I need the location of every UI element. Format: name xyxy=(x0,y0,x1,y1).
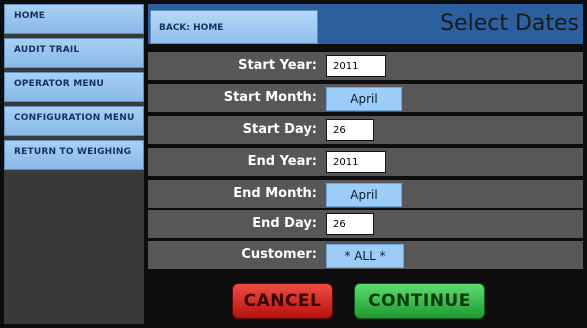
start-day-label: Start Day: xyxy=(242,122,317,137)
sidebar-item-operator-menu[interactable]: OPERATOR MENU xyxy=(4,72,144,102)
customer-select[interactable]: * ALL * xyxy=(326,244,404,268)
customer-row: Customer: * ALL * xyxy=(148,241,583,269)
continue-button[interactable]: CONTINUE xyxy=(354,283,485,319)
end-year-field[interactable]: 2011 xyxy=(326,151,386,173)
start-day-field[interactable]: 26 xyxy=(326,119,374,141)
page-title: Select Dates xyxy=(440,11,579,36)
sidebar: HOME AUDIT TRAIL OPERATOR MENU CONFIGURA… xyxy=(4,4,144,324)
end-year-row: End Year: 2011 xyxy=(148,148,583,176)
end-month-label: End Month: xyxy=(233,186,317,201)
end-month-row: End Month: April xyxy=(148,180,583,208)
sidebar-item-configuration-menu[interactable]: CONFIGURATION MENU xyxy=(4,106,144,136)
start-month-label: Start Month: xyxy=(223,90,317,105)
start-day-row: Start Day: 26 xyxy=(148,116,583,144)
start-year-label: Start Year: xyxy=(238,58,317,73)
end-day-field[interactable]: 26 xyxy=(326,213,374,235)
start-month-row: Start Month: April xyxy=(148,84,583,112)
header-bar: BACK: HOME Select Dates xyxy=(148,4,583,44)
app-window: HOME AUDIT TRAIL OPERATOR MENU CONFIGURA… xyxy=(0,0,587,328)
customer-label: Customer: xyxy=(241,247,317,262)
back-home-button[interactable]: BACK: HOME xyxy=(150,10,318,44)
end-day-label: End Day: xyxy=(252,216,317,231)
end-month-select[interactable]: April xyxy=(326,183,402,207)
end-year-label: End Year: xyxy=(247,154,317,169)
sidebar-item-home[interactable]: HOME xyxy=(4,4,144,34)
cancel-button[interactable]: CANCEL xyxy=(232,283,333,319)
end-day-row: End Day: 26 xyxy=(148,210,583,238)
action-bar: CANCEL CONTINUE xyxy=(148,272,583,324)
sidebar-item-audit-trail[interactable]: AUDIT TRAIL xyxy=(4,38,144,68)
start-month-select[interactable]: April xyxy=(326,87,402,111)
start-year-row: Start Year: 2011 xyxy=(148,52,583,80)
sidebar-item-return-to-weighing[interactable]: RETURN TO WEIGHING xyxy=(4,140,144,170)
start-year-field[interactable]: 2011 xyxy=(326,55,386,77)
main-panel: BACK: HOME Select Dates Start Year: 2011… xyxy=(148,4,583,324)
